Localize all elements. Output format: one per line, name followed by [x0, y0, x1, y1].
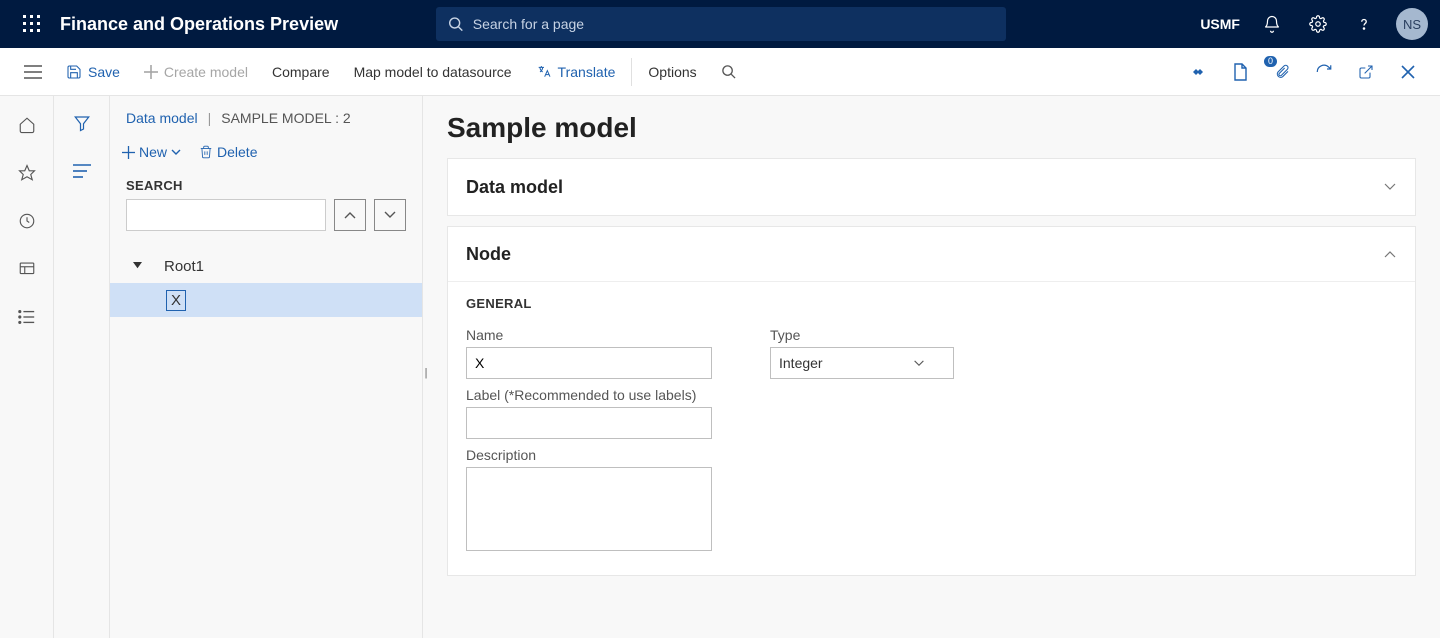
data-model-panel-header[interactable]: Data model	[448, 159, 1415, 215]
description-label: Description	[466, 447, 712, 463]
plus-icon	[122, 146, 135, 159]
chevron-down-icon	[1383, 183, 1397, 191]
delete-button[interactable]: Delete	[199, 144, 257, 160]
plus-icon	[144, 65, 158, 79]
name-label: Name	[466, 327, 712, 343]
general-heading: GENERAL	[466, 282, 712, 319]
attachments-icon[interactable]: 0	[1270, 60, 1294, 84]
diamond-icon[interactable]	[1186, 60, 1210, 84]
save-label: Save	[88, 64, 120, 80]
compare-label: Compare	[272, 64, 330, 80]
search-input[interactable]	[126, 199, 326, 231]
chevron-down-icon	[913, 360, 925, 367]
chevron-down-icon	[171, 149, 181, 155]
home-icon[interactable]	[16, 114, 38, 136]
breadcrumb-current: SAMPLE MODEL : 2	[221, 110, 350, 126]
attachments-badge: 0	[1264, 56, 1277, 67]
page-icon[interactable]	[1228, 60, 1252, 84]
gear-icon[interactable]	[1304, 10, 1332, 38]
recent-icon[interactable]	[16, 210, 38, 232]
hamburger-icon[interactable]	[12, 65, 54, 79]
filter-icon[interactable]	[73, 114, 91, 132]
workspace-icon[interactable]	[16, 258, 38, 280]
tree: Root1 X	[110, 231, 422, 317]
popout-icon[interactable]	[1354, 60, 1378, 84]
delete-label: Delete	[217, 144, 257, 160]
options-label: Options	[648, 64, 696, 80]
tree-node-root[interactable]: Root1	[110, 249, 422, 283]
node-panel-header[interactable]: Node	[448, 227, 1415, 281]
label-label: Label (*Recommended to use labels)	[466, 387, 712, 403]
search-icon	[448, 16, 463, 32]
modules-icon[interactable]	[16, 306, 38, 328]
search-prev-button[interactable]	[334, 199, 366, 231]
type-select[interactable]: Integer	[770, 347, 954, 379]
chevron-down-icon	[384, 211, 396, 219]
tree-node-child-label: X	[166, 290, 186, 311]
action-search-button[interactable]	[709, 48, 748, 96]
type-select-value: Integer	[779, 355, 823, 371]
data-model-panel: Data model	[447, 158, 1416, 216]
map-model-label: Map model to datasource	[354, 64, 512, 80]
new-label: New	[139, 144, 167, 160]
save-button[interactable]: Save	[54, 48, 132, 96]
main: Data model | SAMPLE MODEL : 2 New Delete…	[0, 96, 1440, 638]
breadcrumb: Data model | SAMPLE MODEL : 2	[110, 110, 422, 126]
page-title: Sample model	[447, 112, 1416, 144]
description-field[interactable]	[466, 467, 712, 551]
translate-label: Translate	[558, 64, 616, 80]
waffle-icon[interactable]	[12, 4, 52, 44]
label-field[interactable]	[466, 407, 712, 439]
compare-button[interactable]: Compare	[260, 48, 342, 96]
translate-icon	[536, 64, 552, 80]
top-nav: Finance and Operations Preview USMF NS	[0, 0, 1440, 48]
tree-panel: Data model | SAMPLE MODEL : 2 New Delete…	[110, 96, 423, 638]
star-icon[interactable]	[16, 162, 38, 184]
entity-label[interactable]: USMF	[1200, 16, 1240, 32]
app-title: Finance and Operations Preview	[60, 14, 338, 35]
new-button[interactable]: New	[122, 144, 181, 160]
breadcrumb-link[interactable]: Data model	[126, 110, 198, 126]
global-search-input[interactable]	[473, 16, 994, 32]
secondary-rail	[54, 96, 110, 638]
close-icon[interactable]	[1396, 60, 1420, 84]
trash-icon	[199, 144, 213, 160]
separator	[631, 58, 632, 86]
chevron-up-icon	[344, 211, 356, 219]
node-panel-title: Node	[466, 244, 511, 265]
detail-panel: Sample model Data model Node GENERAL	[423, 96, 1440, 638]
options-button[interactable]: Options	[636, 48, 708, 96]
translate-button[interactable]: Translate	[524, 48, 628, 96]
search-icon	[721, 64, 736, 79]
tree-toolbar: New Delete	[110, 126, 422, 178]
breadcrumb-separator: |	[208, 110, 212, 126]
type-label: Type	[770, 327, 954, 343]
chevron-up-icon	[1383, 250, 1397, 258]
node-panel: Node GENERAL Name Label (*Recommended to…	[447, 226, 1416, 576]
lines-icon[interactable]	[73, 164, 91, 178]
left-rail	[0, 96, 54, 638]
refresh-icon[interactable]	[1312, 60, 1336, 84]
avatar[interactable]: NS	[1396, 8, 1428, 40]
name-field[interactable]	[466, 347, 712, 379]
search-next-button[interactable]	[374, 199, 406, 231]
tree-node-child[interactable]: X	[110, 283, 422, 317]
create-model-label: Create model	[164, 64, 248, 80]
tree-node-root-label: Root1	[164, 258, 204, 275]
map-model-button[interactable]: Map model to datasource	[342, 48, 524, 96]
caret-icon[interactable]	[128, 262, 146, 271]
data-model-panel-title: Data model	[466, 177, 563, 198]
global-search[interactable]	[436, 7, 1006, 41]
create-model-button: Create model	[132, 48, 260, 96]
bell-icon[interactable]	[1258, 10, 1286, 38]
action-bar: Save Create model Compare Map model to d…	[0, 48, 1440, 96]
drag-handle-icon[interactable]: ||	[424, 367, 426, 379]
help-icon[interactable]	[1350, 10, 1378, 38]
save-icon	[66, 64, 82, 80]
search-label: SEARCH	[110, 178, 422, 199]
